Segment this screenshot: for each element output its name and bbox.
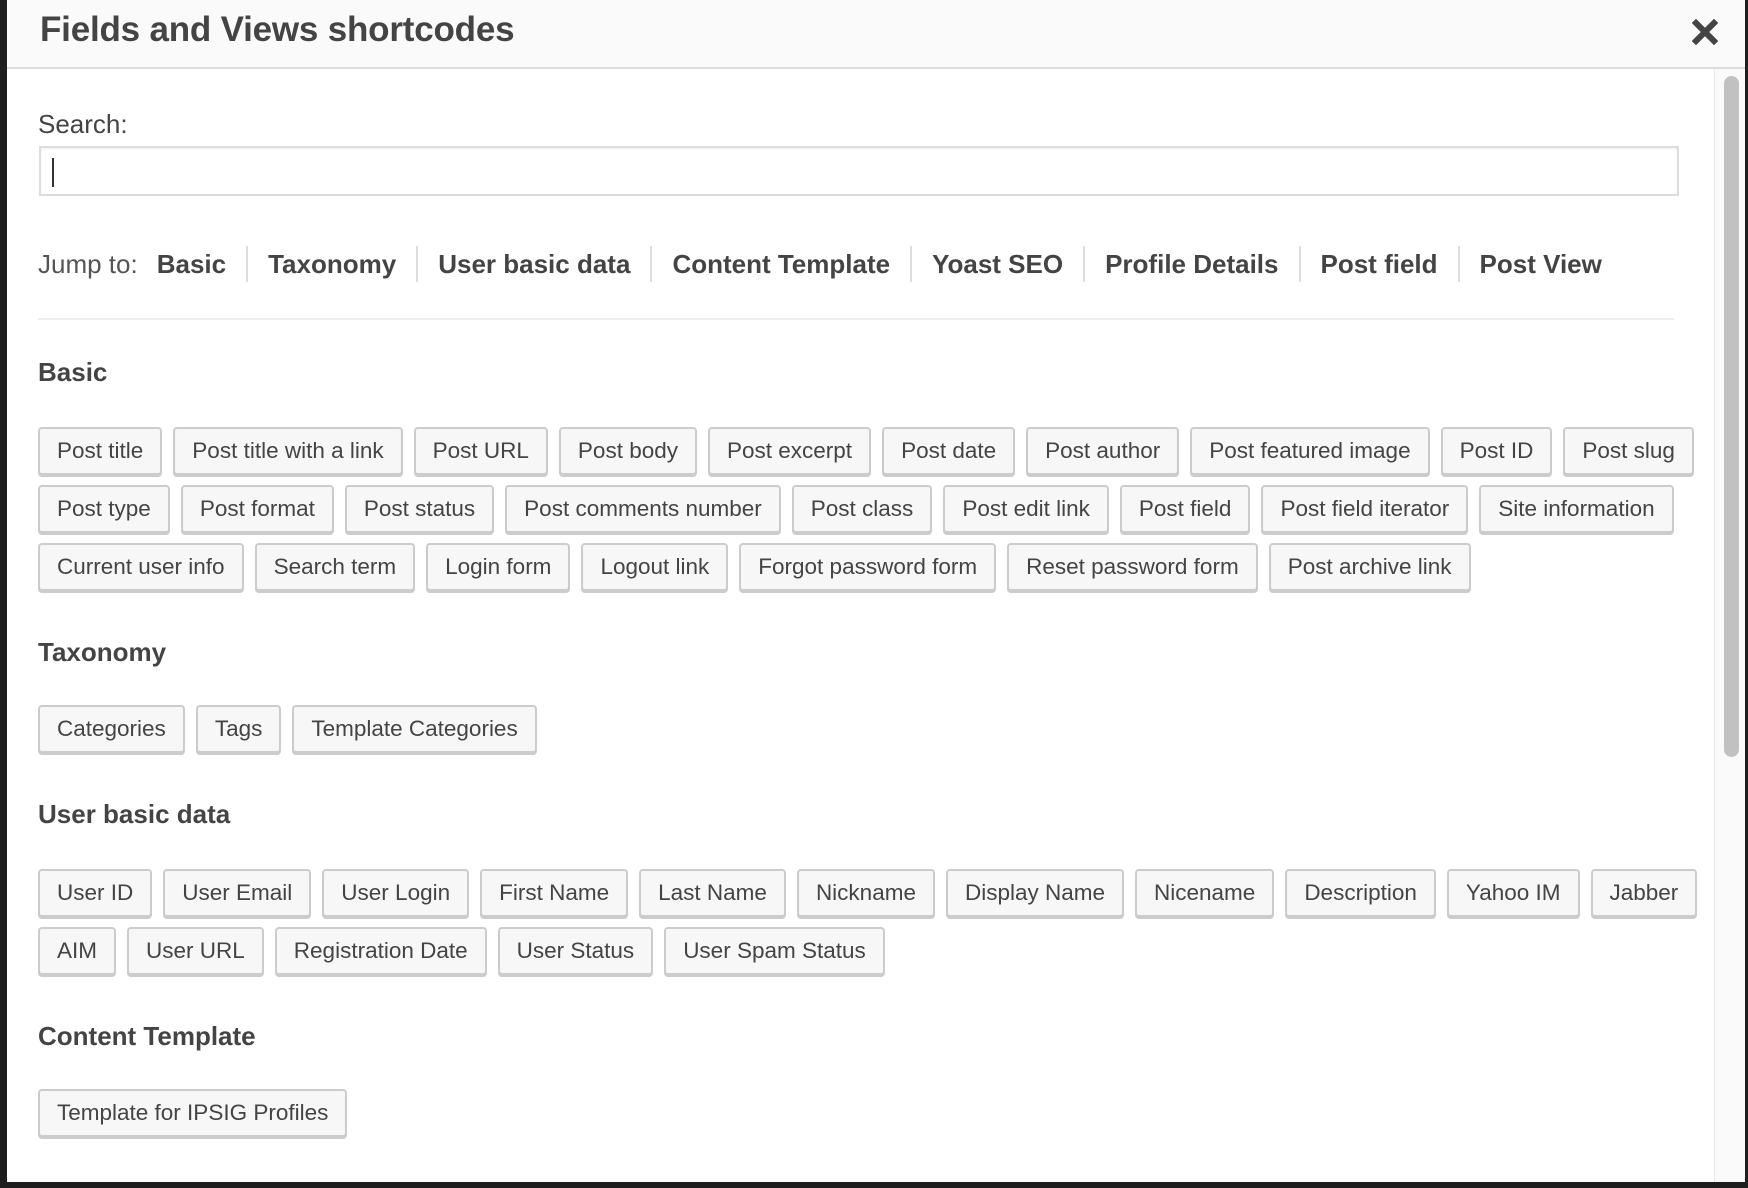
shortcode-button-login-form[interactable]: Login form — [426, 543, 571, 591]
shortcode-button-last-name[interactable]: Last Name — [639, 869, 786, 917]
shortcode-button-post-class[interactable]: Post class — [791, 485, 933, 533]
search-input[interactable] — [39, 146, 1679, 196]
shortcodes-dialog: Fields and Views shortcodes Search: Jump… — [7, 0, 1745, 1182]
shortcode-button-display-name[interactable]: Display Name — [945, 869, 1125, 917]
jump-link-user-basic-data[interactable]: User basic data — [416, 246, 650, 282]
shortcode-button-post-title[interactable]: Post title — [38, 427, 163, 475]
shortcode-button-post-field[interactable]: Post field — [1119, 485, 1251, 533]
shortcode-button-user-email[interactable]: User Email — [163, 869, 312, 917]
jump-link-taxonomy[interactable]: Taxonomy — [246, 246, 416, 282]
shortcode-button-post-date[interactable]: Post date — [882, 427, 1016, 475]
shortcode-button-jabber[interactable]: Jabber — [1590, 869, 1698, 917]
shortcode-button-post-slug[interactable]: Post slug — [1563, 427, 1694, 475]
shortcode-button-post-edit-link[interactable]: Post edit link — [943, 485, 1109, 533]
shortcode-button-user-spam-status[interactable]: User Spam Status — [664, 927, 885, 975]
divider — [38, 318, 1674, 320]
shortcode-button-nicename[interactable]: Nicename — [1135, 869, 1275, 917]
close-button[interactable] — [1687, 14, 1723, 50]
shortcode-button-user-login[interactable]: User Login — [322, 869, 470, 917]
jump-link-yoast-seo[interactable]: Yoast SEO — [910, 246, 1083, 282]
shortcode-button-first-name[interactable]: First Name — [480, 869, 629, 917]
jump-link-post-field[interactable]: Post field — [1298, 246, 1458, 282]
shortcode-button-categories[interactable]: Categories — [38, 705, 185, 753]
shortcode-button-template-for-ipsig-profiles[interactable]: Template for IPSIG Profiles — [38, 1089, 348, 1137]
shortcode-button-post-title-with-a-link[interactable]: Post title with a link — [173, 427, 403, 475]
shortcode-button-post-status[interactable]: Post status — [344, 485, 495, 533]
jump-link-content-template[interactable]: Content Template — [650, 246, 910, 282]
shortcode-button-site-information[interactable]: Site information — [1479, 485, 1674, 533]
jump-to-label: Jump to: — [38, 248, 138, 279]
shortcode-button-template-categories[interactable]: Template Categories — [292, 705, 537, 753]
basic-buttons: Post title Post title with a link Post URL… — [38, 427, 1698, 591]
shortcode-button-description[interactable]: Description — [1285, 869, 1436, 917]
shortcode-button-post-url[interactable]: Post URL — [413, 427, 548, 475]
shortcode-button-post-excerpt[interactable]: Post excerpt — [708, 427, 872, 475]
scrollbar-thumb[interactable] — [1724, 76, 1739, 757]
scrollbar[interactable] — [1714, 69, 1745, 1182]
text-caret — [52, 158, 54, 187]
shortcode-button-post-field-iterator[interactable]: Post field iterator — [1261, 485, 1469, 533]
shortcode-button-post-author[interactable]: Post author — [1026, 427, 1180, 475]
dialog-body: Search: Jump to: Basic Taxonomy User bas… — [7, 69, 1715, 1182]
taxonomy-buttons: Categories Tags Template Categories — [38, 705, 1698, 753]
shortcode-button-post-comments-number[interactable]: Post comments number — [505, 485, 781, 533]
close-x-icon — [1692, 19, 1718, 45]
dialog-header: Fields and Views shortcodes — [7, 0, 1745, 69]
jump-to-nav: Jump to: Basic Taxonomy User basic data … — [38, 244, 1622, 284]
jump-link-profile-details[interactable]: Profile Details — [1083, 246, 1298, 282]
shortcode-button-nickname[interactable]: Nickname — [796, 869, 935, 917]
shortcode-button-post-format[interactable]: Post format — [180, 485, 334, 533]
section-heading-basic: Basic — [38, 357, 108, 387]
shortcode-button-post-featured-image[interactable]: Post featured image — [1190, 427, 1430, 475]
search-label: Search: — [38, 109, 128, 139]
jump-link-basic[interactable]: Basic — [157, 246, 246, 282]
shortcode-button-tags[interactable]: Tags — [195, 705, 282, 753]
user-basic-data-buttons: User ID User Email User Login First Name Las… — [38, 869, 1698, 975]
shortcode-button-user-url[interactable]: User URL — [127, 927, 264, 975]
content-template-buttons: Template for IPSIG Profiles — [38, 1089, 1698, 1137]
shortcode-button-post-type[interactable]: Post type — [38, 485, 170, 533]
shortcode-button-yahoo-im[interactable]: Yahoo IM — [1446, 869, 1580, 917]
shortcode-button-registration-date[interactable]: Registration Date — [274, 927, 487, 975]
shortcode-button-post-archive-link[interactable]: Post archive link — [1268, 543, 1471, 591]
shortcode-button-search-term[interactable]: Search term — [254, 543, 416, 591]
shortcode-button-logout-link[interactable]: Logout link — [581, 543, 729, 591]
section-heading-user-basic-data: User basic data — [38, 799, 231, 829]
section-heading-content-template: Content Template — [38, 1021, 256, 1051]
shortcode-button-user-id[interactable]: User ID — [38, 869, 153, 917]
shortcode-button-current-user-info[interactable]: Current user info — [38, 543, 244, 591]
dialog-title: Fields and Views shortcodes — [40, 10, 515, 49]
shortcode-button-forgot-password-form[interactable]: Forgot password form — [739, 543, 997, 591]
shortcode-button-reset-password-form[interactable]: Reset password form — [1007, 543, 1258, 591]
shortcode-button-user-status[interactable]: User Status — [497, 927, 654, 975]
shortcode-button-aim[interactable]: AIM — [38, 927, 117, 975]
section-heading-taxonomy: Taxonomy — [38, 637, 167, 667]
shortcode-button-post-body[interactable]: Post body — [558, 427, 697, 475]
jump-link-post-view[interactable]: Post View — [1457, 246, 1622, 282]
shortcode-button-post-id[interactable]: Post ID — [1440, 427, 1553, 475]
